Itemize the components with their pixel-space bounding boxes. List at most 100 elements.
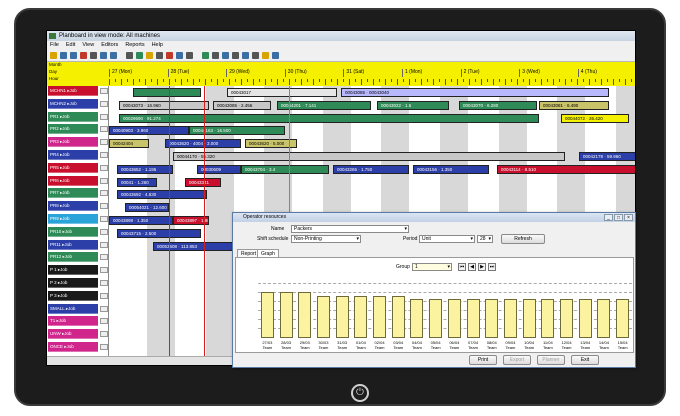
menu-edit[interactable]: Edit bbox=[66, 42, 75, 48]
last-icon[interactable]: ⏭ bbox=[488, 263, 496, 271]
job-bar[interactable]: 00044170 · 55.320 bbox=[173, 152, 565, 161]
resource-toggle[interactable] bbox=[100, 267, 108, 274]
resource-toggle[interactable] bbox=[100, 152, 108, 158]
toolbar-tool-icon[interactable] bbox=[176, 52, 183, 59]
job-bar[interactable]: 00043081 · 6.490 bbox=[539, 100, 609, 110]
resource-toggle[interactable] bbox=[100, 292, 108, 299]
toolbar-tool-icon[interactable] bbox=[156, 52, 163, 59]
resource-toggle[interactable] bbox=[100, 139, 108, 146]
toolbar-tool-icon[interactable] bbox=[222, 52, 229, 59]
first-icon[interactable]: ⏮ bbox=[458, 263, 466, 271]
job-bar[interactable]: 00043022 · 1.5 bbox=[377, 100, 449, 110]
minimize-button[interactable]: _ bbox=[604, 214, 613, 221]
job-bar[interactable]: 00042178 · 59.960 bbox=[579, 152, 635, 161]
resource-row[interactable]: PR3 ▸Job bbox=[48, 137, 108, 148]
toolbar-tool-icon[interactable] bbox=[80, 52, 87, 59]
menu-help[interactable]: Help bbox=[152, 42, 163, 48]
toolbar-tool-icon[interactable] bbox=[262, 52, 269, 59]
toolbar-tool-icon[interactable] bbox=[186, 52, 193, 59]
resource-toggle[interactable] bbox=[100, 305, 108, 312]
job-bar[interactable]: 00043156 · 1.350 bbox=[413, 164, 489, 174]
toolbar-tool-icon[interactable] bbox=[202, 52, 209, 59]
job-bar[interactable]: 00041 · 1.260 bbox=[117, 177, 157, 187]
job-bar[interactable]: 00043114 · 8.510 bbox=[497, 164, 635, 174]
resource-row[interactable]: PR9 ▸Job bbox=[48, 214, 108, 224]
resource-toggle[interactable] bbox=[100, 88, 108, 94]
job-bar[interactable]: 00043692 · 4.830 bbox=[117, 190, 207, 200]
resource-row[interactable]: PR4 ▸Job bbox=[48, 150, 108, 160]
job-bar[interactable]: 00040903 · 3.960 bbox=[109, 126, 189, 136]
job-bar[interactable]: 00043704 · 3.4 bbox=[241, 164, 329, 174]
group-input[interactable]: 1 bbox=[412, 263, 452, 271]
toolbar-tool-icon[interactable] bbox=[110, 52, 117, 59]
prev-icon[interactable]: ◀ bbox=[468, 263, 476, 271]
toolbar-tool-icon[interactable] bbox=[272, 52, 279, 59]
job-bar[interactable]: 00044072 · 26.420 bbox=[561, 113, 629, 123]
resource-toggle[interactable] bbox=[100, 177, 108, 184]
resource-row[interactable]: PR1 ▸Job bbox=[48, 111, 108, 122]
job-bar[interactable] bbox=[133, 88, 201, 97]
toolbar-tool-icon[interactable] bbox=[60, 52, 67, 59]
resource-toggle[interactable] bbox=[100, 113, 108, 120]
maximize-button[interactable]: □ bbox=[614, 214, 623, 221]
shift-schedule-select[interactable]: Non-Printing bbox=[291, 235, 361, 243]
period-number[interactable]: 28 bbox=[477, 235, 493, 243]
print-button[interactable]: Print bbox=[469, 355, 497, 365]
resource-row[interactable]: PR8 ▸Job bbox=[48, 201, 108, 212]
resource-toggle[interactable] bbox=[100, 228, 108, 235]
toolbar-tool-icon[interactable] bbox=[70, 52, 77, 59]
resource-row[interactable]: MCHN1 ▸Job bbox=[48, 86, 108, 96]
job-bar[interactable]: 00043341 bbox=[185, 177, 221, 187]
toolbar-tool-icon[interactable] bbox=[126, 52, 133, 59]
job-bar[interactable]: 00043070 · 6.280 bbox=[459, 100, 537, 110]
job-bar[interactable]: 00044201 · 7.141 bbox=[277, 100, 371, 110]
resource-row[interactable]: MCHN2 ▸Job bbox=[48, 98, 108, 109]
toolbar-tool-icon[interactable] bbox=[100, 52, 107, 59]
resource-row[interactable]: PR7 ▸Job bbox=[48, 188, 108, 199]
resource-row[interactable]: P 2 ▸Job bbox=[48, 278, 108, 288]
job-bar[interactable]: 00043073 · 16.960 bbox=[119, 100, 209, 110]
resource-toggle[interactable] bbox=[100, 190, 108, 197]
resource-toggle[interactable] bbox=[100, 344, 108, 350]
resource-row[interactable]: UNW ▸Job bbox=[48, 329, 108, 340]
toolbar-tool-icon[interactable] bbox=[232, 52, 239, 59]
job-bar[interactable]: 00043898 · 1.350 bbox=[109, 216, 173, 225]
next-icon[interactable]: ▶ bbox=[478, 263, 486, 271]
job-bar[interactable]: 00043652 · 1.195 bbox=[117, 164, 173, 174]
resource-toggle[interactable] bbox=[100, 254, 108, 261]
tab-graph[interactable]: Graph bbox=[257, 249, 279, 257]
resource-row[interactable]: PR12 ▸Job bbox=[48, 252, 108, 263]
job-bar[interactable]: 00053608 · 113.853 bbox=[153, 241, 239, 251]
toolbar-tool-icon[interactable] bbox=[166, 52, 173, 59]
resource-toggle[interactable] bbox=[100, 164, 108, 171]
menu-reports[interactable]: Reports bbox=[125, 42, 144, 48]
exit-button[interactable]: Exit bbox=[571, 355, 599, 365]
resource-row[interactable]: P 3 ▸Job bbox=[48, 290, 108, 301]
resource-row[interactable]: PR11 ▸Job bbox=[48, 239, 108, 250]
menu-file[interactable]: File bbox=[50, 42, 59, 48]
resource-row[interactable]: PR2 ▸Job bbox=[48, 124, 108, 135]
name-select[interactable]: Packers bbox=[291, 225, 409, 233]
resource-toggle[interactable] bbox=[100, 216, 108, 222]
menu-editors[interactable]: Editors bbox=[101, 42, 118, 48]
resource-row[interactable]: PR6 ▸Job bbox=[48, 175, 108, 186]
job-bar[interactable]: 00043085 · 00043040 bbox=[341, 88, 609, 97]
job-bar[interactable]: 00043017 bbox=[227, 88, 337, 97]
toolbar-tool-icon[interactable] bbox=[50, 52, 57, 59]
export-button[interactable]: Export bbox=[503, 355, 531, 365]
resource-toggle[interactable] bbox=[100, 203, 108, 210]
resource-toggle[interactable] bbox=[100, 241, 108, 248]
resource-toggle[interactable] bbox=[100, 126, 108, 133]
resource-toggle[interactable] bbox=[100, 280, 108, 286]
resource-row[interactable]: ONCE ▸Job bbox=[48, 342, 108, 352]
resource-toggle[interactable] bbox=[100, 331, 108, 338]
close-button[interactable]: × bbox=[624, 214, 633, 221]
job-bar[interactable]: 00043265 · 1.750 bbox=[333, 164, 409, 174]
job-bar[interactable]: 00043085 · 2.456 bbox=[213, 100, 271, 110]
job-bar[interactable]: 00054021 · 12.600 bbox=[125, 203, 169, 213]
job-bar[interactable]: 00043620 · 4004 · 3.000 bbox=[165, 139, 241, 149]
menu-view[interactable]: View bbox=[82, 42, 94, 48]
job-bar[interactable]: 00043715 · 2.500 bbox=[117, 228, 201, 238]
toolbar-tool-icon[interactable] bbox=[252, 52, 259, 59]
resource-toggle[interactable] bbox=[100, 318, 108, 325]
